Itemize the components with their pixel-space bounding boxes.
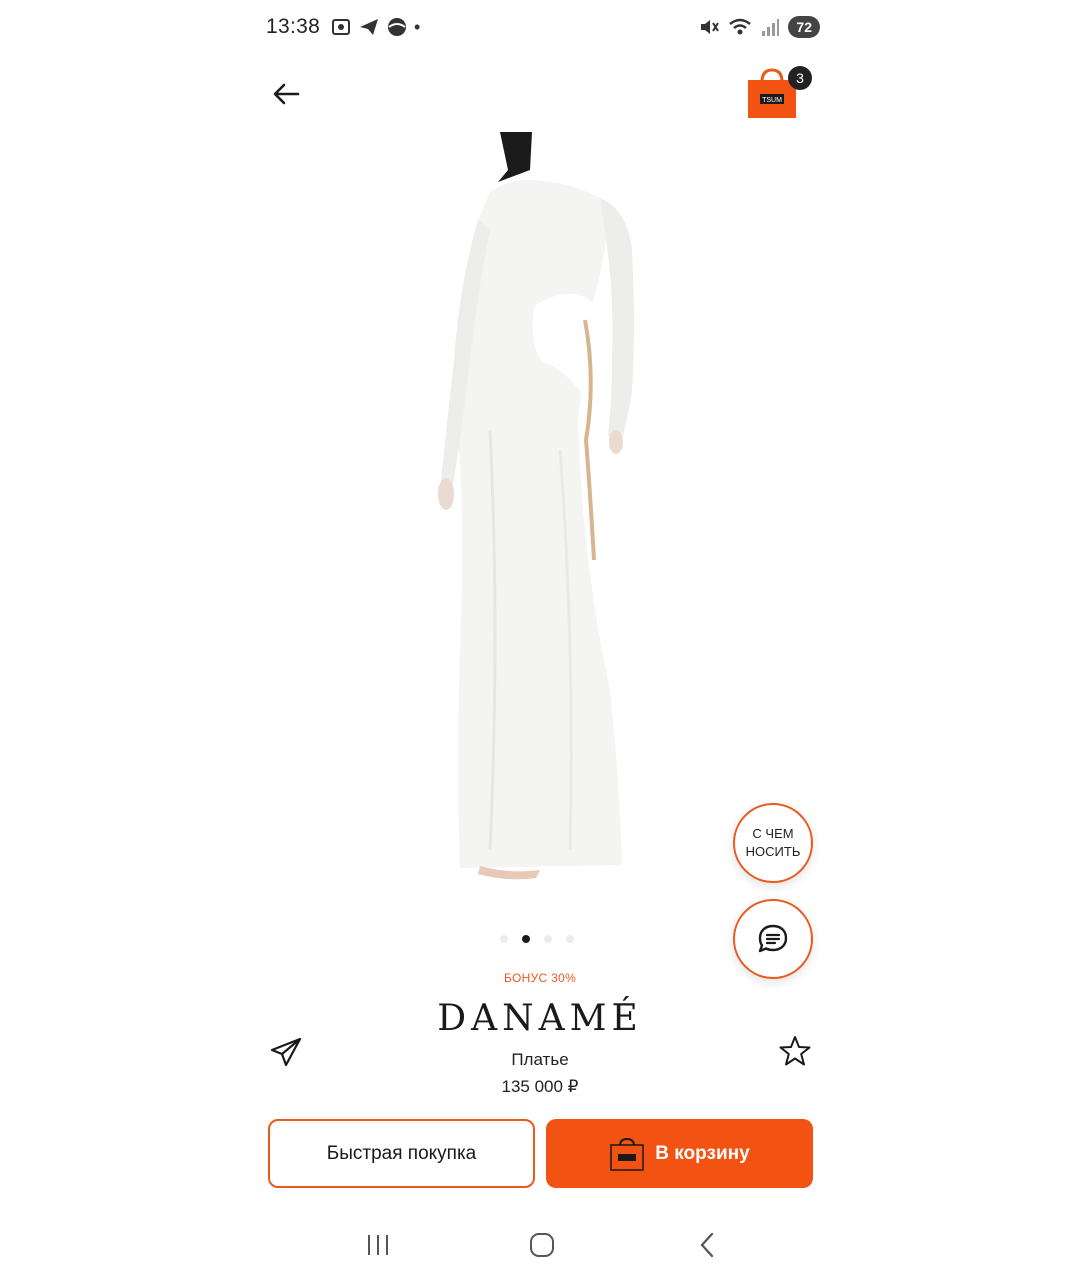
cart-logo-text: TSUM bbox=[762, 97, 782, 104]
browser-icon bbox=[388, 18, 406, 36]
status-time: 13:38 bbox=[266, 15, 321, 38]
product-price: 135 000 ₽ bbox=[501, 1077, 579, 1096]
favorite-button[interactable] bbox=[778, 1034, 812, 1068]
system-nav-bar bbox=[250, 1220, 830, 1270]
what-to-wear-line1: С ЧЕМ bbox=[752, 826, 794, 841]
wifi-icon bbox=[729, 18, 752, 35]
nav-recents-button[interactable] bbox=[363, 1230, 393, 1260]
status-notification-icons: • bbox=[330, 16, 420, 38]
pager-dot[interactable] bbox=[500, 935, 508, 943]
shopping-bag-icon bbox=[610, 1137, 645, 1171]
battery-indicator: 72 bbox=[788, 16, 820, 38]
status-bar: 13:38 • 72 bbox=[250, 0, 830, 56]
nav-back-button[interactable] bbox=[693, 1230, 723, 1260]
dress-illustration bbox=[438, 132, 634, 880]
add-to-cart-label: В корзину bbox=[655, 1142, 750, 1164]
more-notifications-dot: • bbox=[414, 16, 421, 37]
add-to-cart-button[interactable]: В корзину bbox=[546, 1119, 813, 1188]
telegram-icon bbox=[360, 19, 378, 35]
back-button[interactable] bbox=[268, 76, 304, 112]
recents-icon bbox=[368, 1235, 388, 1255]
what-to-wear-line2: НОСИТЬ bbox=[745, 844, 801, 859]
signal-icon bbox=[762, 19, 780, 36]
brand-name[interactable]: DANAMÉ bbox=[390, 998, 690, 1039]
star-icon bbox=[779, 1036, 811, 1066]
product-name: Платье bbox=[511, 1050, 569, 1069]
nav-home-button[interactable] bbox=[527, 1230, 557, 1260]
pager-dot-active[interactable] bbox=[522, 935, 530, 943]
quick-buy-label: Быстрая покупка bbox=[326, 1142, 477, 1164]
bonus-badge: БОНУС 30% bbox=[503, 971, 577, 985]
quick-buy-button[interactable]: Быстрая покупка bbox=[268, 1119, 535, 1188]
pager-dot[interactable] bbox=[544, 935, 552, 943]
share-button[interactable] bbox=[269, 1036, 303, 1068]
paper-plane-icon bbox=[270, 1037, 302, 1067]
arrow-left-icon bbox=[273, 83, 300, 105]
image-pager bbox=[500, 935, 574, 943]
what-to-wear-button[interactable]: С ЧЕМ НОСИТЬ bbox=[733, 803, 813, 883]
chevron-left-icon bbox=[700, 1232, 714, 1258]
status-system-icons: 72 bbox=[698, 16, 820, 38]
chat-button[interactable] bbox=[733, 899, 813, 979]
cart-count-badge: 3 bbox=[788, 66, 812, 90]
screenshot-icon bbox=[332, 19, 350, 35]
mute-icon bbox=[701, 20, 720, 34]
pager-dot[interactable] bbox=[566, 935, 574, 943]
chat-bubble-icon bbox=[758, 924, 788, 953]
home-icon bbox=[530, 1233, 554, 1257]
product-image[interactable] bbox=[360, 130, 720, 890]
